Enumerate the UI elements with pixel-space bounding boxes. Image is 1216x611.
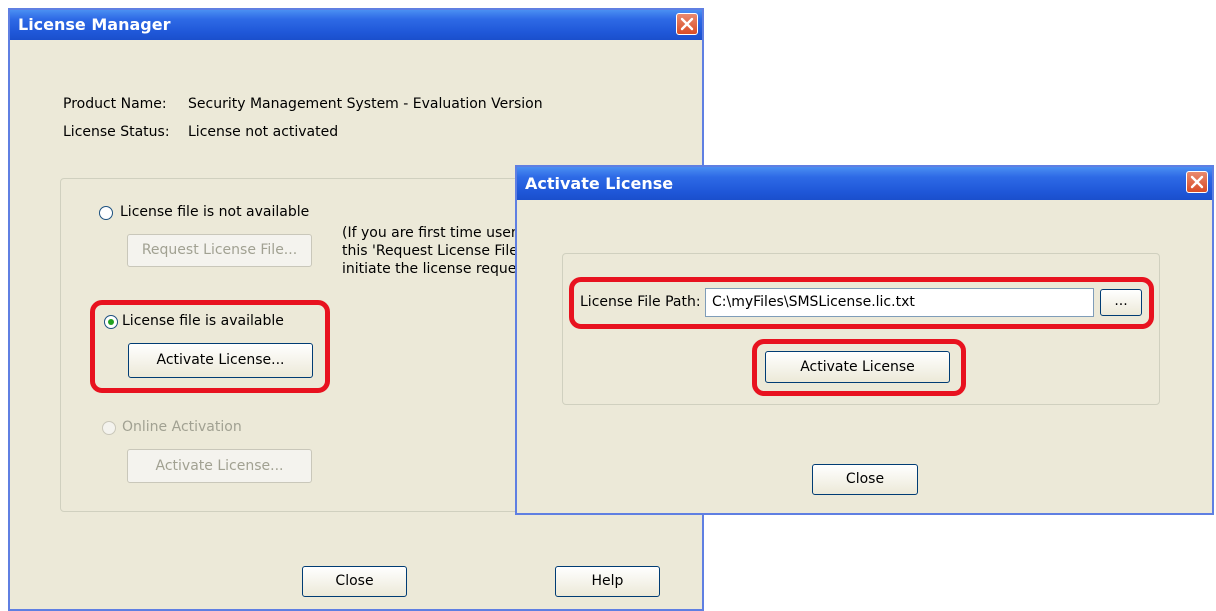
hint-line-1: (If you are first time user (342, 225, 517, 241)
license-manager-close-icon[interactable] (676, 13, 698, 35)
activate-license-title: Activate License (525, 174, 674, 193)
highlight-license-available (90, 300, 330, 393)
product-name-label: Product Name: (63, 96, 167, 112)
activate-license-window: Activate License License File Path: C:\m… (515, 165, 1214, 515)
license-not-available-label: License file is not available (120, 204, 310, 220)
request-license-file-button[interactable]: Request License File... (127, 234, 312, 267)
hint-line-2: this 'Request License File (342, 243, 518, 259)
highlight-license-path (569, 277, 1154, 329)
online-activate-license-button[interactable]: Activate License... (127, 449, 312, 483)
online-activation-label: Online Activation (122, 419, 242, 435)
activate-license-titlebar[interactable]: Activate License (517, 167, 1212, 200)
radio-online-activation[interactable] (102, 421, 116, 435)
activate-license-close-button[interactable]: Close (812, 464, 918, 495)
license-manager-titlebar[interactable]: License Manager (10, 10, 702, 40)
license-manager-close-button[interactable]: Close (302, 566, 407, 597)
license-manager-title: License Manager (18, 15, 171, 34)
license-status-label: License Status: (63, 124, 170, 140)
help-button[interactable]: Help (555, 566, 660, 597)
license-status-value: License not activated (188, 124, 339, 140)
activate-license-close-icon[interactable] (1186, 171, 1208, 193)
highlight-activate-button (752, 339, 966, 396)
hint-line-3: initiate the license reques (342, 261, 524, 277)
radio-license-not-available[interactable] (99, 206, 113, 220)
product-name-value: Security Management System - Evaluation … (188, 96, 543, 112)
